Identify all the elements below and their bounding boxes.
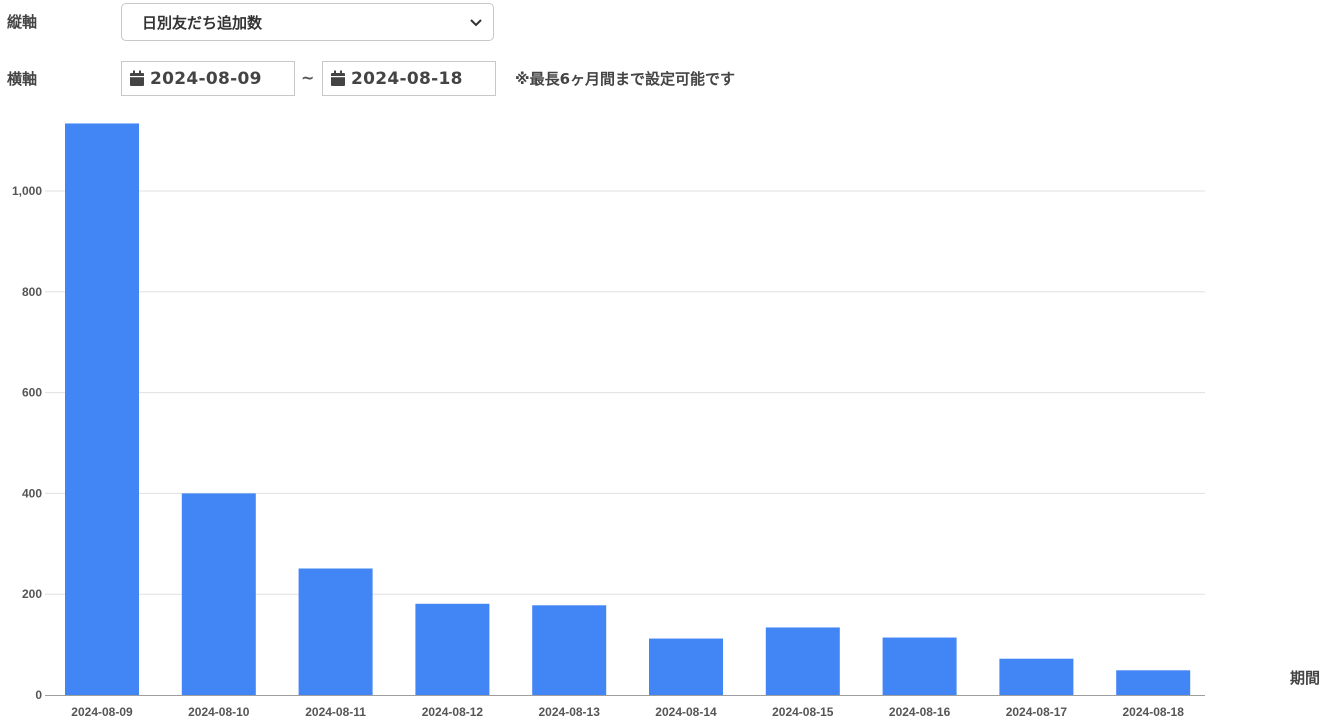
bar-2024-08-14[interactable] xyxy=(649,638,723,695)
bar-2024-08-18[interactable] xyxy=(1116,670,1191,695)
y-tick-label: 400 xyxy=(22,486,42,500)
bar-2024-08-09[interactable] xyxy=(65,123,139,696)
y-tick-label: 0 xyxy=(35,688,42,702)
x-tick-label: 2024-08-10 xyxy=(188,705,250,718)
x-axis-title: 期間 xyxy=(1290,669,1321,687)
x-tick-label: 2024-08-17 xyxy=(1006,705,1068,718)
bar-2024-08-11[interactable] xyxy=(298,568,373,695)
x-tick-label: 2024-08-15 xyxy=(772,705,834,718)
bar-2024-08-15[interactable] xyxy=(765,627,840,695)
y-tick-label: 200 xyxy=(22,587,42,601)
x-tick-label: 2024-08-12 xyxy=(422,705,484,718)
x-tick-label: 2024-08-16 xyxy=(889,705,951,718)
bar-2024-08-10[interactable] xyxy=(181,493,256,695)
y-tick-label: 800 xyxy=(22,285,42,299)
bar-2024-08-17[interactable] xyxy=(999,658,1074,695)
x-tick-label: 2024-08-09 xyxy=(71,705,133,718)
x-tick-label: 2024-08-14 xyxy=(655,705,717,718)
y-tick-label: 1,000 xyxy=(12,184,42,198)
bar-2024-08-13[interactable] xyxy=(532,605,607,695)
bar-chart: 0 200 400 600 800 1,000 2024-08-09 2024-08-10 20… xyxy=(12,123,1205,718)
x-tick-label: 2024-08-11 xyxy=(305,705,366,718)
x-tick-label: 2024-08-18 xyxy=(1123,705,1185,718)
bar-2024-08-16[interactable] xyxy=(882,637,957,695)
bar-2024-08-12[interactable] xyxy=(415,603,490,695)
y-tick-label: 600 xyxy=(22,386,42,400)
x-tick-label: 2024-08-13 xyxy=(539,705,601,718)
